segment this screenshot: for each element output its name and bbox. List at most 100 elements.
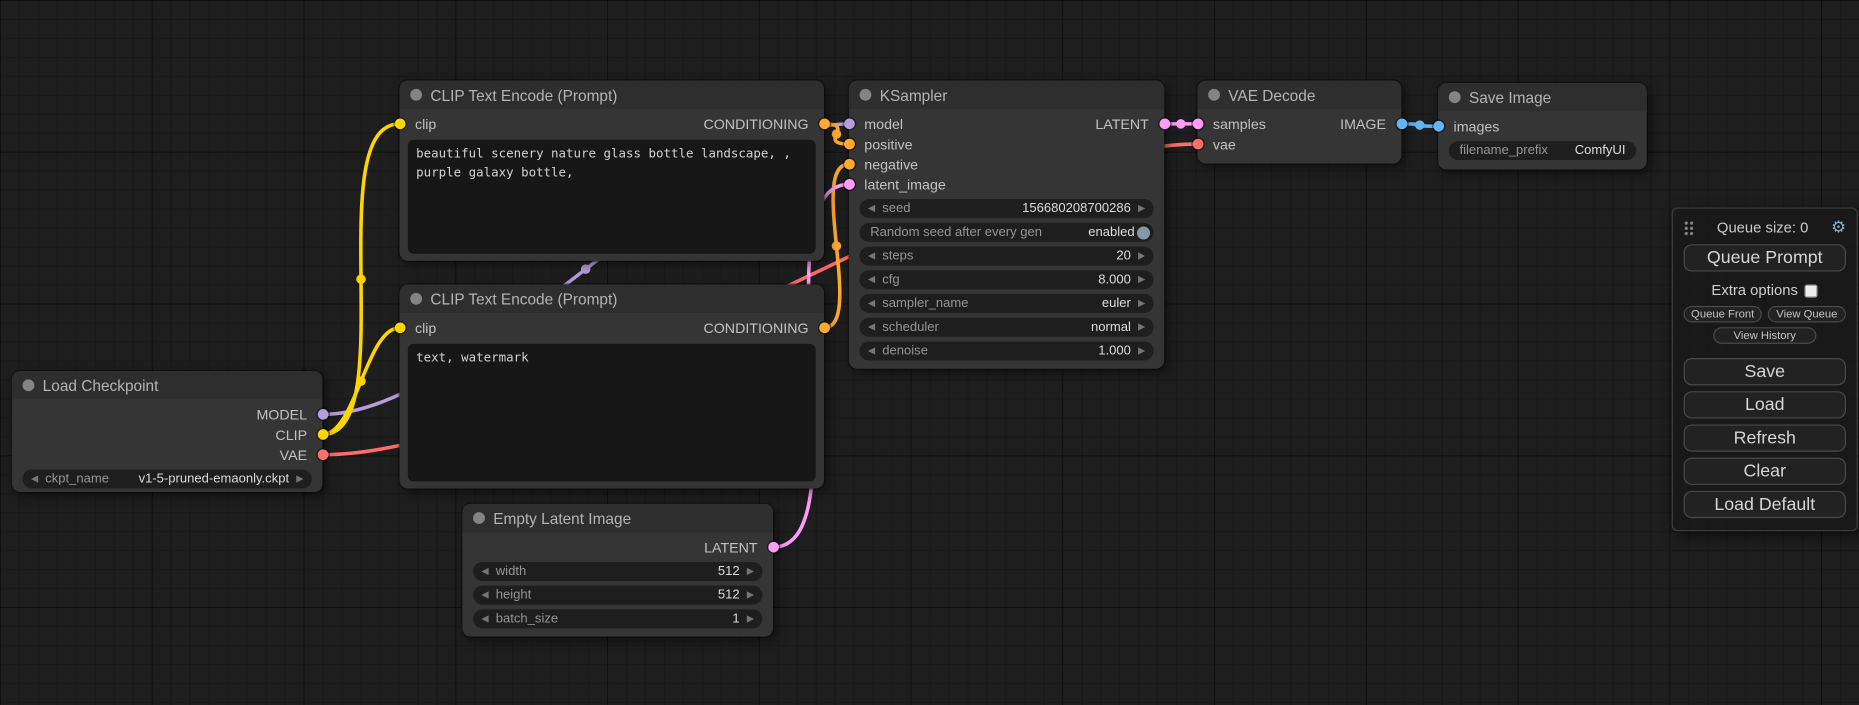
input-port-latent-image[interactable] [844,179,855,190]
slot-row: CLIP [12,424,323,444]
output-port-latent[interactable] [768,542,779,553]
decrement-arrow-icon[interactable]: ◀ [868,322,875,331]
load-default-button[interactable]: Load Default [1684,491,1846,518]
collapse-dot-icon[interactable] [23,379,35,391]
decrement-arrow-icon[interactable]: ◀ [868,275,875,284]
input-port-clip[interactable] [394,322,405,333]
node-vae-decode[interactable]: VAE Decode samples IMAGE vae [1197,81,1401,164]
node-ksampler[interactable]: KSampler model LATENT positive negative … [849,81,1164,369]
prompt-textarea[interactable]: text, watermark [408,344,816,482]
node-title-bar[interactable]: CLIP Text Encode (Prompt) [400,285,824,313]
output-port-clip[interactable] [317,429,328,440]
widget-scheduler[interactable]: ◀ scheduler normal ▶ [860,318,1154,337]
widget-steps[interactable]: ◀ steps 20 ▶ [860,247,1154,266]
decrement-arrow-icon[interactable]: ◀ [481,567,488,576]
input-port-negative[interactable] [844,159,855,170]
extra-options-checkbox[interactable] [1805,284,1818,297]
output-port-image[interactable] [1396,119,1407,130]
decrement-arrow-icon[interactable]: ◀ [868,251,875,260]
drag-handle-icon[interactable] [1684,220,1695,235]
node-empty-latent-image[interactable]: Empty Latent Image LATENT ◀ width 512 ▶ … [462,504,773,637]
increment-arrow-icon[interactable]: ▶ [747,590,754,599]
menu-header: Queue size: 0 ⚙ [1684,217,1846,238]
prompt-textarea[interactable]: beautiful scenery nature glass bottle la… [408,140,816,254]
increment-arrow-icon[interactable]: ▶ [1138,299,1145,308]
slot-row: latent_image [849,174,1164,194]
node-title-bar[interactable]: CLIP Text Encode (Prompt) [400,81,824,109]
node-title: VAE Decode [1228,86,1315,104]
node-clip-text-encode-negative[interactable]: CLIP Text Encode (Prompt) clip CONDITION… [400,285,824,489]
load-button[interactable]: Load [1684,391,1846,418]
increment-arrow-icon[interactable]: ▶ [296,474,303,483]
decrement-arrow-icon[interactable]: ◀ [868,299,875,308]
widget-seed[interactable]: ◀ seed 156680208700286 ▶ [860,199,1154,218]
decrement-arrow-icon[interactable]: ◀ [868,204,875,213]
increment-arrow-icon[interactable]: ▶ [1138,204,1145,213]
input-port-images[interactable] [1433,121,1444,132]
slot-row: VAE [12,445,323,465]
increment-arrow-icon[interactable]: ▶ [747,567,754,576]
queue-prompt-button[interactable]: Queue Prompt [1684,244,1846,271]
node-title-bar[interactable]: KSampler [849,81,1164,109]
decrement-arrow-icon[interactable]: ◀ [481,590,488,599]
output-label-model: MODEL [256,406,307,423]
widget-height[interactable]: ◀ height 512 ▶ [473,586,762,605]
increment-arrow-icon[interactable]: ▶ [1138,275,1145,284]
widget-filename-prefix[interactable]: filename_prefix ComfyUI [1449,141,1636,160]
node-title: KSampler [880,86,948,104]
collapse-dot-icon[interactable] [410,89,422,101]
output-port-model[interactable] [317,409,328,420]
input-port-samples[interactable] [1192,119,1203,130]
collapse-dot-icon[interactable] [1449,91,1461,103]
queue-front-button[interactable]: Queue Front [1684,306,1762,323]
decrement-arrow-icon[interactable]: ◀ [868,346,875,355]
extra-options-label: Extra options [1711,282,1798,299]
node-load-checkpoint[interactable]: Load Checkpoint MODEL CLIP VAE ◀ ckpt_na… [12,371,323,492]
node-title-bar[interactable]: Save Image [1438,83,1647,111]
node-title: Load Checkpoint [43,376,159,394]
output-port-conditioning[interactable] [819,322,830,333]
node-save-image[interactable]: Save Image images filename_prefix ComfyU… [1438,83,1647,170]
refresh-button[interactable]: Refresh [1684,424,1846,451]
toggle-knob-icon[interactable] [1137,226,1150,239]
output-port-conditioning[interactable] [819,119,830,130]
queue-size-label: Queue size: 0 [1694,219,1831,236]
increment-arrow-icon[interactable]: ▶ [747,614,754,623]
collapse-dot-icon[interactable] [473,512,485,524]
input-label-model: model [864,116,903,133]
widget-cfg[interactable]: ◀ cfg 8.000 ▶ [860,270,1154,289]
widget-denoise[interactable]: ◀ denoise 1.000 ▶ [860,341,1154,360]
increment-arrow-icon[interactable]: ▶ [1138,346,1145,355]
input-port-vae[interactable] [1192,139,1203,150]
increment-arrow-icon[interactable]: ▶ [1138,322,1145,331]
output-port-vae[interactable] [317,449,328,460]
widget-value: v1-5-pruned-emaonly.ckpt [139,472,290,486]
view-history-button[interactable]: View History [1713,327,1817,344]
output-port-latent[interactable] [1159,119,1170,130]
history-button-row: View History [1684,327,1846,344]
collapse-dot-icon[interactable] [410,293,422,305]
widget-sampler-name[interactable]: ◀ sampler_name euler ▶ [860,294,1154,313]
decrement-arrow-icon[interactable]: ◀ [31,474,38,483]
node-title-bar[interactable]: VAE Decode [1197,81,1401,109]
node-clip-text-encode-positive[interactable]: CLIP Text Encode (Prompt) clip CONDITION… [400,81,824,261]
collapse-dot-icon[interactable] [860,89,872,101]
settings-gear-icon[interactable]: ⚙ [1831,219,1846,236]
widget-ckpt-name[interactable]: ◀ ckpt_name v1-5-pruned-emaonly.ckpt ▶ [23,469,312,488]
decrement-arrow-icon[interactable]: ◀ [481,614,488,623]
view-queue-button[interactable]: View Queue [1768,306,1846,323]
node-title-bar[interactable]: Load Checkpoint [12,371,323,399]
input-port-model[interactable] [844,119,855,130]
widget-width[interactable]: ◀ width 512 ▶ [473,562,762,581]
increment-arrow-icon[interactable]: ▶ [1138,251,1145,260]
collapse-dot-icon[interactable] [1208,89,1220,101]
node-title-bar[interactable]: Empty Latent Image [462,504,773,532]
input-port-positive[interactable] [844,139,855,150]
widget-seed-control[interactable]: Random seed after every gen enabled [860,223,1154,242]
widget-batch-size[interactable]: ◀ batch_size 1 ▶ [473,609,762,628]
widget-value: 1.000 [1098,344,1131,358]
node-graph-canvas[interactable]: Load Checkpoint MODEL CLIP VAE ◀ ckpt_na… [0,0,1859,705]
clear-button[interactable]: Clear [1684,458,1846,485]
input-port-clip[interactable] [394,119,405,130]
save-button[interactable]: Save [1684,358,1846,385]
